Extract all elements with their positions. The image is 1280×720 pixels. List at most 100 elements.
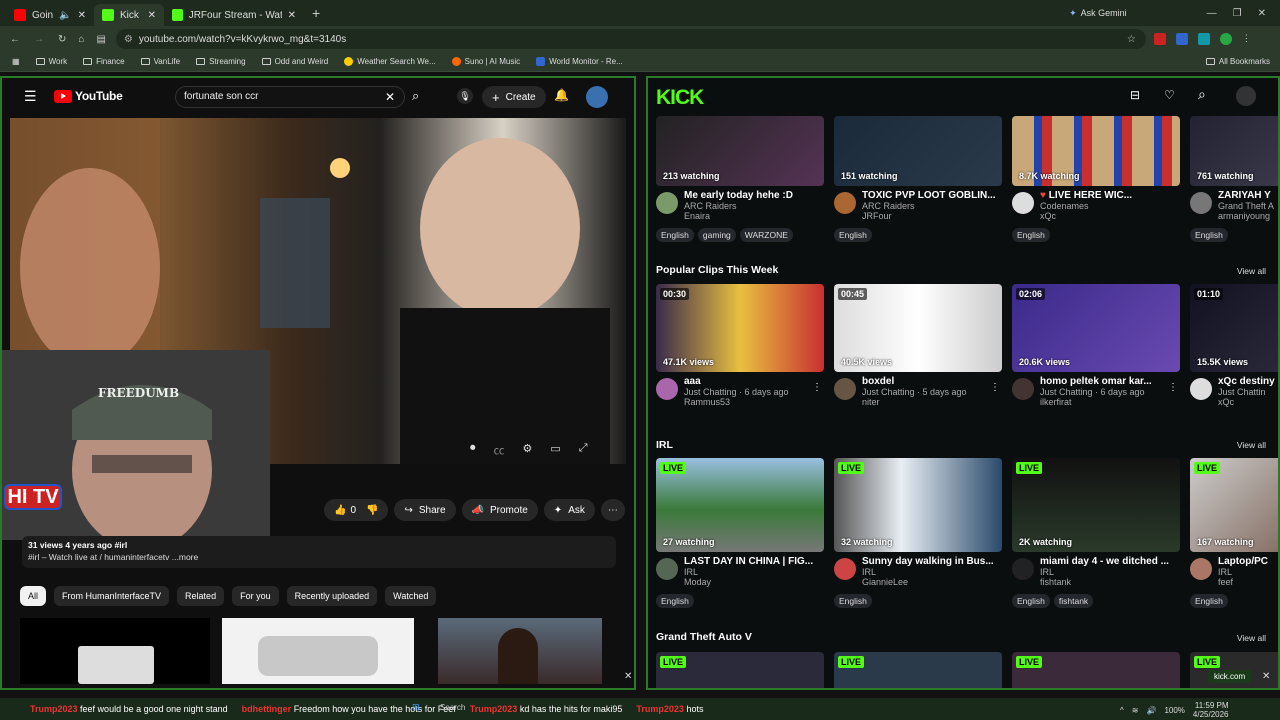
- tag[interactable]: WARZONE: [739, 228, 793, 242]
- close-pane-icon[interactable]: ✕: [1262, 671, 1270, 682]
- stream-thumbnail[interactable]: LIVE: [656, 652, 824, 688]
- clip-card[interactable]: 00:30 47.1K views aaa Just Chatting · 6 …: [656, 284, 824, 407]
- chip-recently-uploaded[interactable]: Recently uploaded: [286, 586, 378, 606]
- clock[interactable]: 11:59 PM 4/25/2026: [1193, 701, 1229, 719]
- microphone-icon[interactable]: 🎙: [457, 88, 473, 104]
- chip-watched[interactable]: Watched: [385, 586, 437, 606]
- theater-mode-icon[interactable]: ▭: [550, 442, 560, 458]
- heart-icon[interactable]: ♡: [1164, 88, 1175, 102]
- stream-category[interactable]: Grand Theft A: [1218, 201, 1278, 211]
- fullscreen-icon[interactable]: ⤢: [579, 442, 588, 458]
- kick-logo[interactable]: KICK: [656, 86, 704, 110]
- wifi-icon[interactable]: ≋: [1132, 706, 1139, 715]
- hamburger-menu-icon[interactable]: ☰: [24, 88, 37, 105]
- bookmark-work[interactable]: Work: [35, 57, 67, 66]
- streamer-avatar[interactable]: [656, 192, 678, 214]
- back-icon[interactable]: ←: [10, 34, 20, 45]
- streamer-avatar[interactable]: [1012, 192, 1034, 214]
- stream-category[interactable]: IRL: [862, 567, 1002, 577]
- settings-gear-icon[interactable]: ⚙: [523, 442, 533, 458]
- ask-gemini-button[interactable]: ✦ Ask Gemini: [1069, 8, 1127, 19]
- streamer-avatar[interactable]: [834, 558, 856, 580]
- streamer-avatar[interactable]: [1190, 558, 1212, 580]
- notifications-bell-icon[interactable]: 🔔: [554, 88, 569, 102]
- clip-options-icon[interactable]: ⋮: [990, 382, 1000, 393]
- streamer-name[interactable]: Enaira: [684, 211, 824, 221]
- streamer-name[interactable]: feef: [1218, 577, 1278, 587]
- stream-category[interactable]: IRL: [684, 567, 824, 577]
- clip-user[interactable]: xQc: [1218, 397, 1278, 407]
- tag[interactable]: English: [1190, 228, 1228, 242]
- description-box[interactable]: 31 views 4 years ago #irl #irl – Watch l…: [22, 536, 616, 568]
- clipper-avatar[interactable]: [834, 378, 856, 400]
- maximize-icon[interactable]: ❐: [1233, 8, 1242, 19]
- url-field[interactable]: ⚙ youtube.com/watch?v=kKvykrwo_mg&t=3140…: [115, 29, 1146, 49]
- bookmark-streaming[interactable]: Streaming: [196, 57, 246, 66]
- bookmark-vanlife[interactable]: VanLife: [140, 57, 180, 66]
- menu-dots-icon[interactable]: ⋮: [1242, 33, 1251, 45]
- streamer-name[interactable]: xQc: [1040, 211, 1180, 221]
- stream-title[interactable]: Sunny day walking in Bus...: [862, 556, 1002, 567]
- new-tab-button[interactable]: +: [312, 5, 320, 21]
- bookmark-world-monitor[interactable]: World Monitor - Re...: [536, 57, 623, 66]
- share-button[interactable]: ↪ Share: [394, 499, 456, 521]
- tag[interactable]: English: [656, 594, 694, 608]
- tray-chevron-icon[interactable]: ^: [1120, 706, 1124, 715]
- chip-all[interactable]: All: [20, 586, 47, 606]
- clip-title[interactable]: aaa: [684, 376, 824, 387]
- stream-category[interactable]: Codenames: [1040, 201, 1180, 211]
- stream-category[interactable]: ARC Raiders: [862, 201, 1002, 211]
- clipper-avatar[interactable]: [1012, 378, 1034, 400]
- all-bookmarks[interactable]: All Bookmarks: [1205, 57, 1270, 66]
- bookmark-weather[interactable]: Weather Search We...: [344, 57, 436, 66]
- stream-title[interactable]: ♥ LIVE HERE WIC...: [1040, 190, 1180, 201]
- recommended-thumbnail[interactable]: [438, 618, 602, 684]
- tag[interactable]: English: [1012, 228, 1050, 242]
- streamer-avatar[interactable]: [1190, 192, 1212, 214]
- clip-title[interactable]: boxdel: [862, 376, 1002, 387]
- tag[interactable]: English: [1190, 594, 1228, 608]
- extension-icon[interactable]: [1153, 33, 1166, 45]
- clip-user[interactable]: niter: [862, 397, 1002, 407]
- tag[interactable]: gaming: [697, 228, 736, 242]
- extension-icon[interactable]: [1197, 33, 1210, 45]
- stream-card[interactable]: 151 watching TOXIC PVP LOOT GOBLIN... AR…: [834, 116, 1002, 243]
- tab-kick[interactable]: Kick ✕: [93, 4, 164, 26]
- promote-button[interactable]: 📣 Promote: [461, 499, 538, 521]
- apps-grid-icon[interactable]: ▦: [12, 57, 20, 66]
- stream-thumbnail[interactable]: LIVE: [834, 652, 1002, 688]
- kick-url-chip[interactable]: kick.com: [1208, 670, 1252, 683]
- tab-jrfour[interactable]: JRFour Stream - Watch Live on ✕: [164, 4, 304, 26]
- clip-user[interactable]: ilkerfirat: [1040, 397, 1180, 407]
- create-button[interactable]: + Create: [482, 86, 546, 108]
- close-tab-icon[interactable]: ✕: [288, 10, 296, 21]
- clip-options-icon[interactable]: ⋮: [1168, 382, 1178, 393]
- bookmark-finance[interactable]: Finance: [83, 57, 125, 66]
- taskbar-search[interactable]: Search: [440, 703, 465, 712]
- tag[interactable]: English: [656, 228, 694, 242]
- chip-related[interactable]: Related: [177, 586, 225, 606]
- clip-user[interactable]: Rammus53: [684, 397, 824, 407]
- stream-category[interactable]: ARC Raiders: [684, 201, 824, 211]
- bookmark-star-icon[interactable]: ☆: [1127, 34, 1136, 45]
- streamer-avatar[interactable]: [1012, 558, 1034, 580]
- site-info-icon[interactable]: ⚙: [124, 34, 133, 45]
- search-icon[interactable]: ⌕: [1198, 86, 1206, 103]
- stream-title[interactable]: TOXIC PVP LOOT GOBLIN...: [862, 190, 1002, 201]
- captions-icon[interactable]: ㏄: [494, 442, 505, 458]
- downloads-icon[interactable]: ⊟: [1130, 88, 1140, 102]
- recommended-thumbnail[interactable]: [20, 618, 210, 684]
- streamer-avatar[interactable]: [834, 192, 856, 214]
- windows-start-icon[interactable]: ⊞: [412, 702, 420, 713]
- clip-card[interactable]: 01:10 15.5K views xQc destiny Just Chatt…: [1190, 284, 1278, 407]
- bookmark-odd-and-weird[interactable]: Odd and Weird: [261, 57, 328, 66]
- streamer-name[interactable]: fishtank: [1040, 577, 1180, 587]
- clip-title[interactable]: homo peltek omar kar...: [1040, 376, 1180, 387]
- search-icon[interactable]: ⌕: [412, 88, 419, 104]
- stream-card[interactable]: LIVE 167 watching Laptop/PC IRL feef Eng…: [1190, 458, 1278, 609]
- tab-youtube[interactable]: Goin 🔈 ✕: [6, 4, 94, 26]
- forward-icon[interactable]: →: [34, 34, 44, 45]
- minimize-icon[interactable]: —: [1207, 8, 1217, 19]
- mute-icon[interactable]: 🔈: [59, 10, 71, 21]
- close-pane-icon[interactable]: ✕: [624, 671, 632, 682]
